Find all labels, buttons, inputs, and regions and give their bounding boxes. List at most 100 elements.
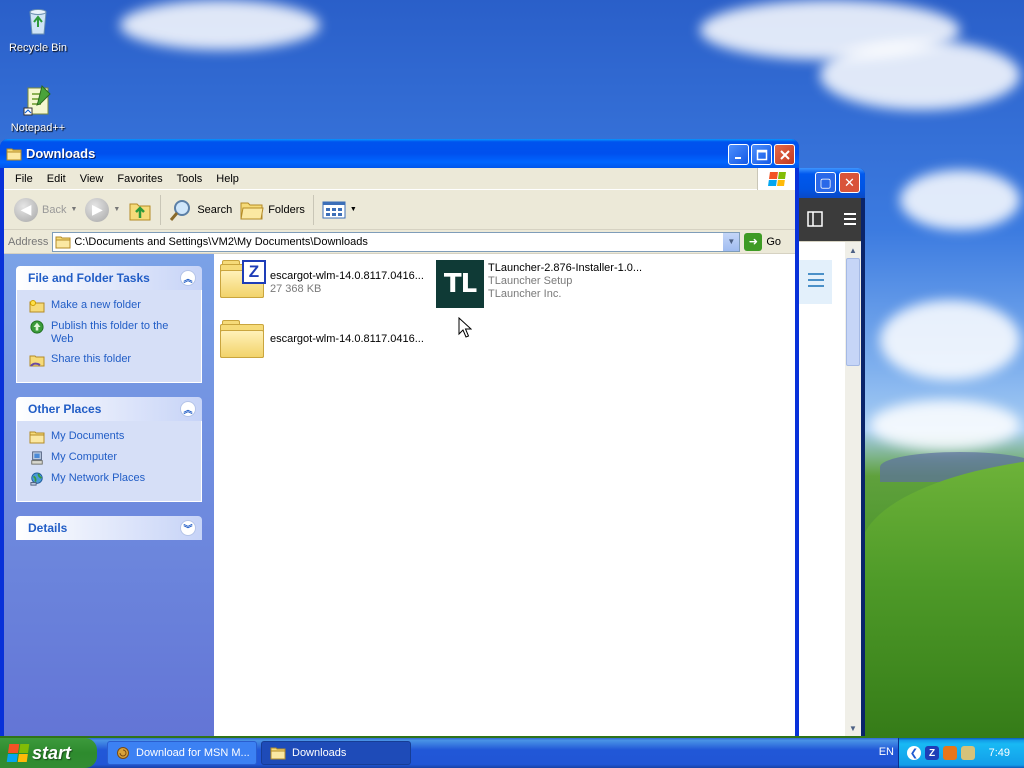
close-button[interactable] <box>774 144 795 165</box>
search-button[interactable]: Search <box>165 193 236 227</box>
menu-view[interactable]: View <box>73 173 111 185</box>
zip-tray-icon[interactable]: Z <box>925 746 939 760</box>
desktop-icon-notepadpp[interactable]: Notepad++ <box>0 84 76 134</box>
bg-page-block <box>798 260 832 304</box>
scroll-up-icon[interactable]: ▲ <box>845 242 861 258</box>
panel-header[interactable]: File and Folder Tasks ︽ <box>16 266 202 290</box>
menu-favorites[interactable]: Favorites <box>110 173 169 185</box>
explorer-window[interactable]: Downloads File Edit View Favorites Tools… <box>0 139 799 736</box>
expand-icon[interactable]: ︾ <box>180 520 196 536</box>
my-documents-icon <box>29 431 45 444</box>
go-label: Go <box>766 235 782 248</box>
folder-icon <box>55 236 71 248</box>
search-icon <box>170 199 191 221</box>
forward-button[interactable]: ▶ ▼ <box>81 193 124 227</box>
forward-arrow-icon: ▶ <box>85 197 110 222</box>
desktop-icon-recycle-bin[interactable]: Recycle Bin <box>0 4 76 54</box>
up-button[interactable] <box>124 193 156 227</box>
bg-scrollbar[interactable]: ▲ ▼ <box>845 242 861 736</box>
minimize-icon <box>734 156 741 159</box>
bg-maximize-button[interactable]: ▢ <box>815 172 836 193</box>
panel-header[interactable]: Details ︾ <box>16 516 202 540</box>
minimize-button[interactable] <box>728 144 749 165</box>
taskbar-item-label: Download for MSN M... <box>136 747 250 759</box>
window-titlebar[interactable]: Downloads <box>0 139 799 168</box>
notepadpp-icon <box>23 85 51 116</box>
address-dropdown-icon[interactable]: ▼ <box>722 232 740 251</box>
bg-close-button[interactable]: ✕ <box>839 172 860 193</box>
share-folder-link[interactable]: Share this folder <box>29 353 191 367</box>
start-button[interactable]: start <box>0 738 97 768</box>
taskbar: start Download for MSN M... Downloads EN… <box>0 738 1024 768</box>
file-company: TLauncher Inc. <box>488 288 562 300</box>
new-folder-icon <box>29 300 45 313</box>
other-places-panel: Other Places ︽ My Documents My Computer … <box>16 397 202 502</box>
back-label: Back <box>42 203 67 216</box>
views-icon <box>322 201 346 218</box>
menu-edit[interactable]: Edit <box>40 173 73 185</box>
my-network-places-link[interactable]: My Network Places <box>29 472 191 486</box>
back-dropdown-icon[interactable]: ▼ <box>70 206 77 213</box>
folders-button[interactable]: Folders <box>236 193 309 227</box>
windows-flag-icon <box>6 744 30 762</box>
go-arrow-icon: ➜ <box>744 232 763 251</box>
language-indicator[interactable]: EN <box>879 746 894 758</box>
tlauncher-icon: TL <box>436 260 484 308</box>
maximize-icon <box>756 149 767 160</box>
hamburger-icon[interactable] <box>798 260 832 304</box>
go-button[interactable]: ➜ Go <box>744 232 782 251</box>
show-hidden-icons-icon[interactable]: ❮ <box>907 746 921 760</box>
link-label: Share this folder <box>51 353 132 365</box>
link-label: Publish this folder to the Web <box>51 320 169 345</box>
maximize-button[interactable] <box>751 144 772 165</box>
panel-header[interactable]: Other Places ︽ <box>16 397 202 421</box>
forward-dropdown-icon[interactable]: ▼ <box>113 206 120 213</box>
zip-folder-icon: Z <box>218 260 266 300</box>
menu-tools[interactable]: Tools <box>170 173 210 185</box>
scroll-down-icon[interactable]: ▼ <box>845 720 861 736</box>
my-documents-link[interactable]: My Documents <box>29 430 191 444</box>
taskbar-item-browser[interactable]: Download for MSN M... <box>107 741 257 765</box>
views-dropdown-icon[interactable]: ▼ <box>350 206 357 213</box>
back-button[interactable]: ◀ Back ▼ <box>10 193 81 227</box>
address-label: Address <box>8 235 49 248</box>
views-button[interactable]: ▼ <box>318 193 361 227</box>
make-new-folder-link[interactable]: Make a new folder <box>29 299 191 313</box>
windows-flag-icon <box>767 172 786 186</box>
share-folder-icon <box>29 355 45 367</box>
task-pane: File and Folder Tasks ︽ Make a new folde… <box>4 254 214 736</box>
clock[interactable]: 7:49 <box>989 747 1010 759</box>
link-label: My Documents <box>51 430 125 442</box>
my-computer-link[interactable]: My Computer <box>29 451 191 465</box>
app-tray-icon[interactable] <box>943 746 957 760</box>
taskbar-item-downloads[interactable]: Downloads <box>261 741 411 765</box>
file-name: escargot-wlm-14.0.8117.0416... <box>270 270 424 282</box>
windows-logo <box>757 168 795 190</box>
link-label: My Network Places <box>51 472 146 484</box>
menu-file[interactable]: File <box>8 173 40 185</box>
window-title: Downloads <box>26 146 96 161</box>
scrollbar-thumb[interactable] <box>846 258 860 366</box>
collapse-icon[interactable]: ︽ <box>180 401 196 417</box>
search-label: Search <box>197 203 233 216</box>
file-name: escargot-wlm-14.0.8117.0416... <box>270 333 424 345</box>
address-field[interactable]: C:\Documents and Settings\VM2\My Documen… <box>52 231 741 252</box>
publish-folder-link[interactable]: Publish this folder to the Web <box>29 320 191 346</box>
folder-icon <box>270 747 286 760</box>
file-item-escargot-folder[interactable]: escargot-wlm-14.0.8117.0416... <box>218 320 424 360</box>
file-item-escargot-zip[interactable]: Z escargot-wlm-14.0.8117.0416... 27 368 … <box>218 260 424 300</box>
file-item-tlauncher[interactable]: TL TLauncher-2.876-Installer-1.0... TLau… <box>436 260 642 308</box>
folders-label: Folders <box>268 203 305 216</box>
collapse-icon[interactable]: ︽ <box>180 270 196 286</box>
desktop-icon-label: Recycle Bin <box>8 42 68 54</box>
file-folder-tasks-panel: File and Folder Tasks ︽ Make a new folde… <box>16 266 202 383</box>
address-bar: Address C:\Documents and Settings\VM2\My… <box>4 230 795 254</box>
close-icon <box>779 149 790 160</box>
folders-icon <box>240 202 264 219</box>
folder-icon <box>6 148 22 160</box>
panel-title: Details <box>28 521 68 535</box>
desktop-icon-label: Notepad++ <box>10 122 66 134</box>
network-tray-icon[interactable] <box>961 746 975 760</box>
network-places-icon <box>30 472 43 486</box>
menu-help[interactable]: Help <box>209 173 246 185</box>
